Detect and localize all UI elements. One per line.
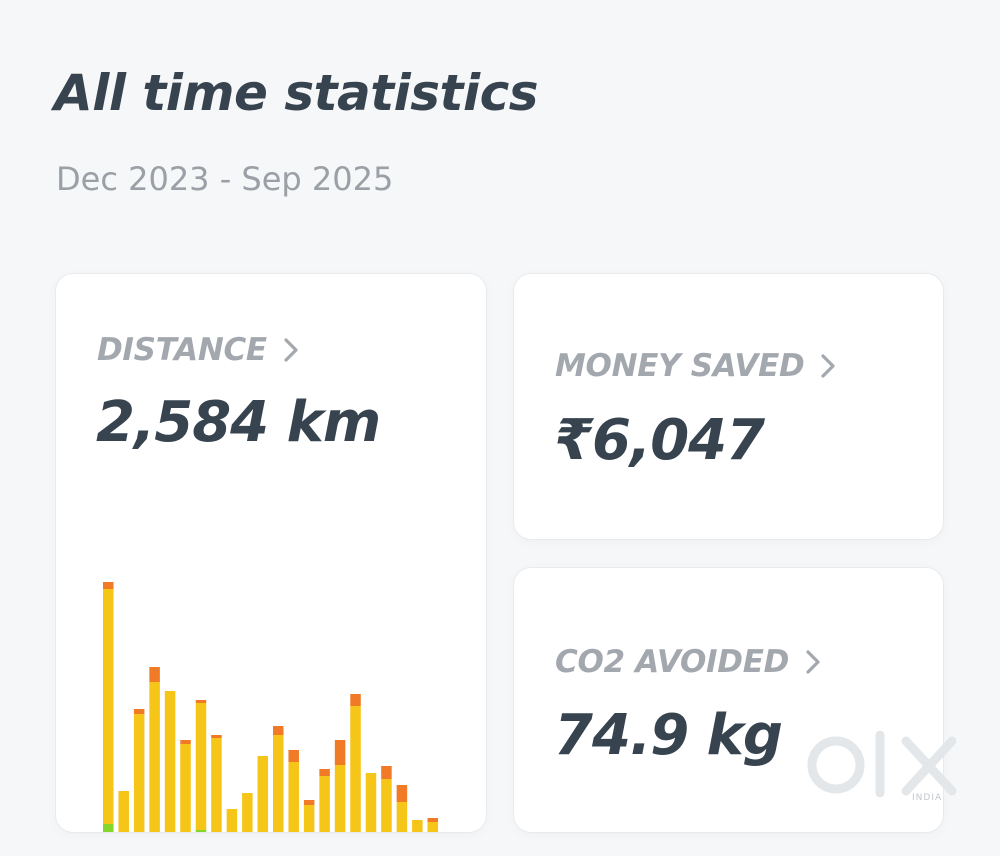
chart-bar-14-segment-3 [303, 800, 315, 805]
chart-bar-18-segment-2 [365, 773, 377, 832]
chart-bar-8-segment-3 [211, 735, 222, 738]
chart-bar-18-segment-1 [366, 832, 377, 833]
page-title: All time statistics [54, 64, 538, 122]
chevron-right-icon [821, 354, 835, 378]
money-saved-header[interactable]: MONEY SAVED [555, 348, 838, 384]
chevron-right-icon [806, 650, 820, 674]
chart-bar-17-segment-3 [350, 694, 361, 706]
chart-bar-19-segment-3 [381, 766, 392, 779]
chart-bar-19-segment-2 [381, 779, 392, 832]
money-saved-card[interactable]: MONEY SAVED ₹6,047 [513, 273, 944, 540]
chart-bar-16-segment-2 [334, 765, 346, 832]
chart-bar-22-segment-2 [427, 822, 439, 832]
distance-card[interactable]: DISTANCE 2,584 km [55, 273, 487, 833]
chart-bar-5-segment-2 [164, 691, 176, 832]
chevron-right-icon [284, 338, 298, 362]
distance-label: DISTANCE [97, 332, 267, 368]
chart-bar-3-segment-2 [133, 714, 145, 832]
co2-avoided-value: 74.9 kg [554, 703, 783, 768]
chart-bar-13-segment-3 [288, 750, 299, 762]
chart-bar-10-segment-2 [242, 793, 253, 832]
chart-bar-4-segment-2 [149, 682, 160, 832]
distance-bar-chart [103, 582, 439, 833]
chart-bar-14-segment-2 [303, 805, 315, 832]
chart-bar-1-segment-3 [103, 582, 114, 589]
chart-bar-6-segment-2 [180, 744, 191, 832]
chart-bar-3-segment-3 [133, 709, 145, 714]
chart-bar-12-segment-3 [273, 726, 284, 735]
chart-bar-7-segment-3 [195, 700, 207, 703]
chart-bar-12-segment-1 [273, 832, 284, 833]
date-range: Dec 2023 - Sep 2025 [56, 160, 394, 198]
chart-bar-2-segment-2 [118, 791, 129, 832]
chart-bar-20-segment-3 [396, 785, 408, 802]
chart-bar-1-segment-1 [103, 824, 114, 832]
chart-bar-7-segment-2 [195, 703, 207, 830]
money-saved-value: ₹6,047 [554, 408, 765, 473]
chart-bar-9-segment-2 [226, 809, 238, 832]
chart-bar-15-segment-2 [319, 776, 330, 832]
chart-bar-4-segment-3 [149, 667, 160, 682]
distance-header[interactable]: DISTANCE [97, 332, 301, 368]
chart-bar-3-segment-1 [134, 832, 145, 833]
chart-bar-8-segment-2 [211, 738, 222, 832]
money-saved-label: MONEY SAVED [555, 348, 805, 384]
chart-bar-13-segment-2 [288, 762, 299, 832]
chart-bar-7-segment-1 [195, 830, 207, 832]
chart-bar-12-segment-2 [273, 735, 284, 832]
watermark-text: INDIA [912, 793, 943, 803]
chart-bar-17-segment-2 [350, 706, 361, 832]
chart-bar-11-segment-2 [257, 756, 269, 832]
chart-bar-20-segment-2 [396, 802, 408, 832]
distance-value: 2,584 km [96, 390, 381, 455]
chart-bar-6-segment-3 [180, 740, 191, 744]
chart-bar-22-segment-3 [427, 818, 439, 822]
co2-avoided-header[interactable]: CO2 AVOIDED [555, 644, 823, 680]
chart-bar-15-segment-3 [319, 769, 330, 776]
co2-avoided-label: CO2 AVOIDED [555, 644, 790, 680]
chart-bar-21-segment-2 [412, 820, 423, 832]
chart-bar-16-segment-3 [334, 740, 346, 765]
chart-bar-1-segment-2 [103, 589, 114, 824]
